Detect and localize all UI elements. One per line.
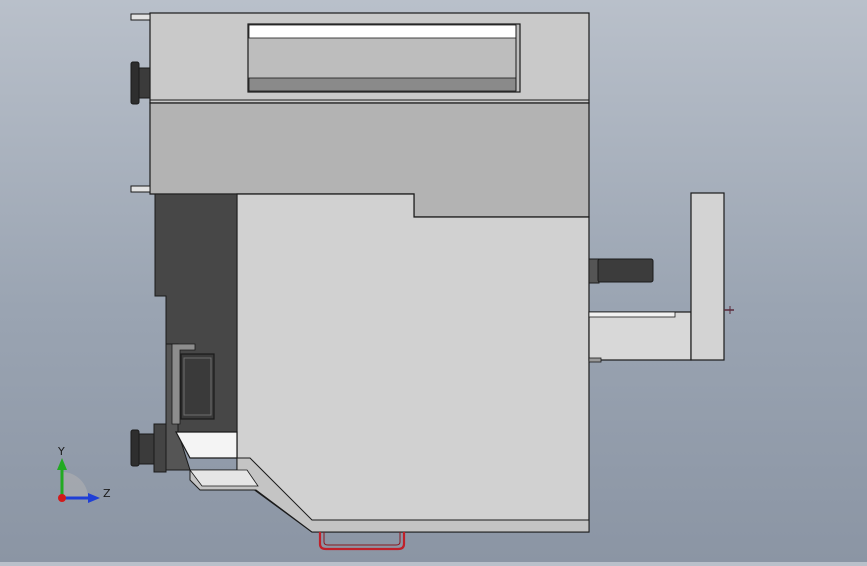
window-shadow — [248, 77, 517, 92]
y-axis-label: Y — [57, 445, 65, 458]
bracket-arm — [588, 311, 692, 361]
chute-window — [180, 353, 215, 420]
top-pin — [130, 13, 151, 21]
drive-shaft — [597, 258, 654, 283]
z-axis-label: Z — [103, 487, 111, 500]
bracket-arm-bottom — [588, 357, 602, 363]
main-body — [236, 193, 590, 533]
cad-viewport[interactable]: Y Z — [0, 0, 867, 562]
bottom-handle-inner — [323, 532, 401, 546]
upper-knob — [130, 61, 140, 105]
z-axis-arrow — [88, 493, 100, 503]
lower-knob-flange — [153, 423, 167, 473]
machine-drawing: Y Z — [57, 12, 734, 551]
bracket-arm-top — [588, 311, 676, 318]
y-axis-arrow — [57, 458, 67, 470]
mid-pin — [130, 185, 151, 193]
window-highlight — [248, 24, 517, 39]
lower-knob — [130, 429, 140, 467]
bracket-plate — [690, 192, 725, 361]
triad-origin — [58, 494, 66, 502]
bottom-handle — [318, 532, 406, 551]
tray-lip — [189, 469, 259, 487]
upper-knob-shaft — [137, 67, 151, 99]
triad-quadrant — [62, 472, 88, 498]
orientation-triad: Y Z — [57, 445, 111, 503]
